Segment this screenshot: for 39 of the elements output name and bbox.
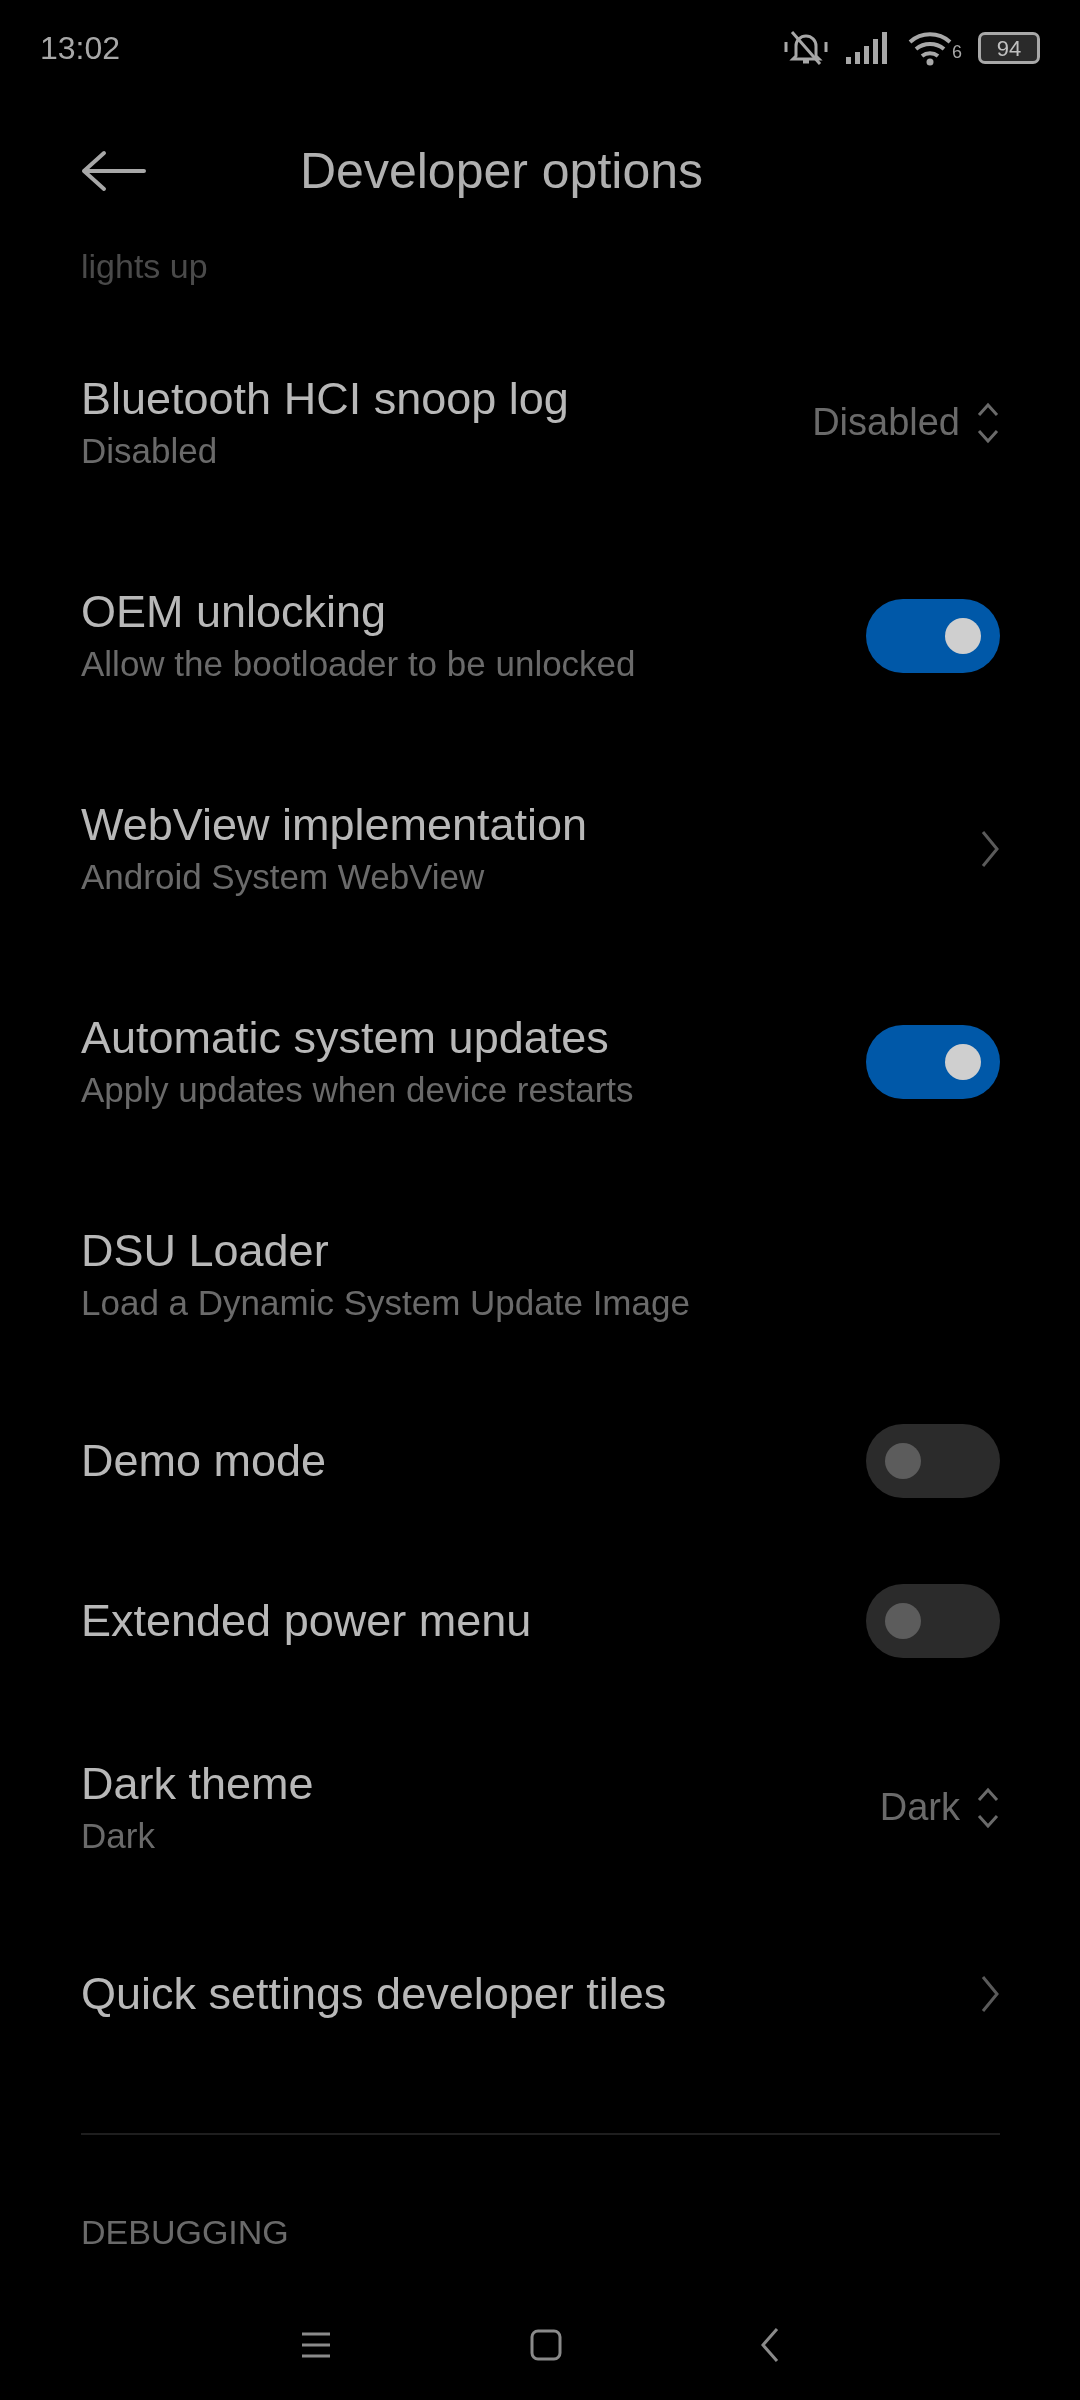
setting-title: Automatic system updates [81,1010,610,1065]
setting-title: Dark theme [81,1756,315,1811]
selected-value: Disabled [812,400,960,445]
home-icon[interactable] [530,2329,562,2361]
setting-row[interactable]: Quick settings developer tiles [0,1914,1080,2074]
setting-row[interactable]: Bluetooth HCI snoop log Disabled Disabled [0,316,1080,529]
page-title: Developer options [300,141,704,201]
wifi-icon [908,30,952,66]
chevron-icon[interactable] [980,828,1000,869]
chevron-icon[interactable] [980,1974,1000,2014]
setting-description: Allow the bootloader to be unlocked [81,642,637,685]
setting-description: Load a Dynamic System Update Image [81,1281,691,1324]
menu-icon[interactable] [300,2331,332,2359]
setting-row[interactable]: Automatic system updates Apply updates when device restarts [0,955,1080,1168]
setting-row[interactable]: DSU Loader Load a Dynamic System Update Image [0,1168,1080,1381]
setting-title: Bluetooth HCI snoop log [81,371,570,426]
setting-description: Dark [81,1814,156,1857]
setting-title: Quick settings developer tiles [81,1967,668,2021]
wifi-standard-label: 6 [952,41,962,64]
setting-description: Android System WebView [81,855,486,898]
back-icon[interactable] [760,2327,780,2363]
setting-description: Apply updates when device restarts [81,1068,635,1111]
setting-row[interactable]: WebView implementation Android System WebView [0,742,1080,955]
selected-value: Dark [879,1785,960,1830]
setting-row[interactable]: Dark theme Dark Dark [0,1701,1080,1914]
setting-description: Disabled [81,429,219,472]
clock: 13:02 [40,29,121,68]
setting-title: Extended power menu [81,1594,533,1648]
setting-title: WebView implementation [81,797,589,852]
setting-row[interactable]: Demo mode [0,1381,1080,1541]
section-header: DEBUGGING [80,2212,290,2253]
setting-title: OEM unlocking [81,584,388,639]
setting-description: lights up [80,246,209,287]
setting-row[interactable]: OEM unlocking Allow the bootloader to be unlocked [0,529,1080,742]
setting-title: DSU Loader [81,1223,330,1278]
setting-row[interactable]: Extended power menu [0,1541,1080,1701]
setting-title: Demo mode [81,1434,328,1488]
battery-icon: 94 [978,32,1040,64]
muted-bell-icon [784,28,828,68]
